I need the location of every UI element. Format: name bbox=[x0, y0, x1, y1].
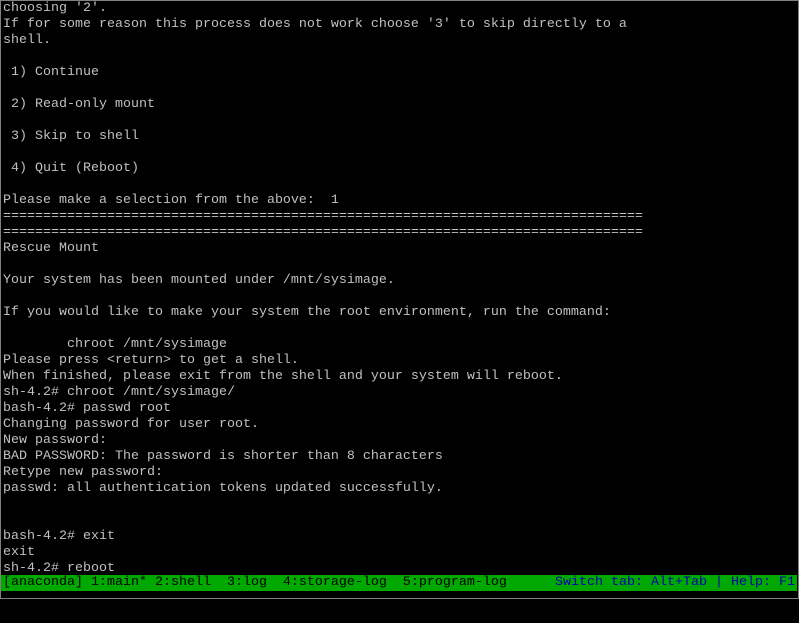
terminal-line: Retype new password: bbox=[3, 465, 163, 480]
terminal-line: If you would like to make your system th… bbox=[3, 305, 611, 320]
terminal-line: exit bbox=[3, 545, 35, 560]
terminal-line: bash-4.2# exit bbox=[3, 529, 115, 544]
terminal-line: sh-4.2# chroot /mnt/sysimage/ bbox=[3, 385, 235, 400]
terminal-line: bash-4.2# passwd root bbox=[3, 401, 171, 416]
terminal-line: If for some reason this process does not… bbox=[3, 17, 627, 32]
terminal-line: ========================================… bbox=[3, 209, 643, 224]
terminal-line: passwd: all authentication tokens update… bbox=[3, 481, 443, 496]
terminal-line: Please press <return> to get a shell. bbox=[3, 353, 299, 368]
terminal-line: 2) Read-only mount bbox=[3, 97, 155, 112]
terminal-line: BAD PASSWORD: The password is shorter th… bbox=[3, 449, 443, 464]
switch-tab-hint: Switch tab: Alt+Tab | Help: F1 bbox=[555, 575, 795, 590]
terminal-line: Changing password for user root. bbox=[3, 417, 259, 432]
anaconda-status-bar: [anaconda] 1:main* 2:shell 3:log 4:stora… bbox=[1, 575, 797, 591]
terminal-line: Your system has been mounted under /mnt/… bbox=[3, 273, 395, 288]
terminal-line: 3) Skip to shell bbox=[3, 129, 139, 144]
terminal-line: Please make a selection from the above: … bbox=[3, 193, 339, 208]
terminal-line: ========================================… bbox=[3, 225, 643, 240]
terminal-line: When finished, please exit from the shel… bbox=[3, 369, 563, 384]
terminal-line: New password: bbox=[3, 433, 107, 448]
terminal-line: chroot /mnt/sysimage bbox=[3, 337, 227, 352]
terminal-line: Rescue Mount bbox=[3, 241, 99, 256]
terminal-line: 4) Quit (Reboot) bbox=[3, 161, 139, 176]
terminal-line: 1) Continue bbox=[3, 65, 99, 80]
terminal-line: choosing '2'. bbox=[3, 1, 107, 16]
terminal-screen[interactable]: choosing '2'. If for some reason this pro… bbox=[0, 0, 799, 599]
tab-list[interactable]: [anaconda] 1:main* 2:shell 3:log 4:stora… bbox=[3, 575, 507, 591]
terminal-line: shell. bbox=[3, 33, 51, 48]
